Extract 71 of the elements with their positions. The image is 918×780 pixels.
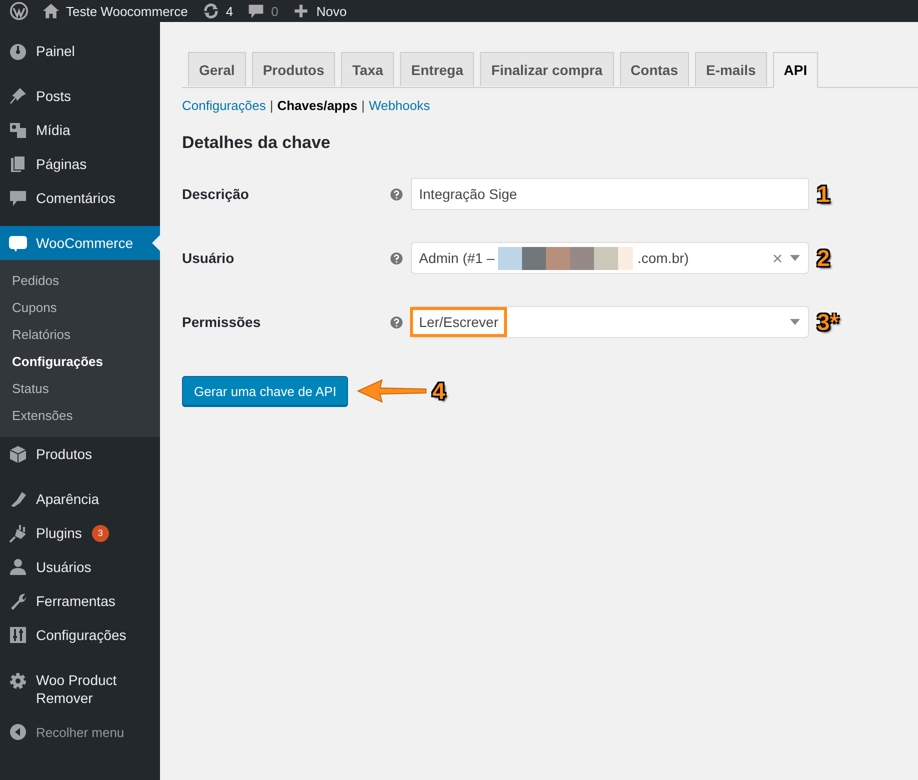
settings-tab[interactable]: Contas	[620, 52, 689, 86]
sidebar-item[interactable]: Páginas	[0, 147, 160, 181]
subnav-link[interactable]: Webhooks	[368, 98, 430, 113]
annotation-number: 3*	[817, 308, 839, 336]
sidebar-item[interactable]: Mídia	[0, 113, 160, 147]
settings-tab[interactable]: Finalizar compra	[480, 52, 614, 86]
sidebar-item[interactable]: Posts	[0, 79, 160, 113]
settings-tab[interactable]: Entrega	[400, 52, 474, 86]
comment-icon[interactable]	[247, 2, 266, 20]
user-icon	[8, 557, 28, 577]
media-icon	[8, 120, 28, 140]
annotation-number: 1	[817, 180, 830, 208]
comments-count: 0	[271, 4, 278, 18]
annotation-number: 4	[432, 378, 446, 404]
gear-icon	[8, 671, 28, 691]
sliders-icon	[8, 625, 28, 645]
separator-text: |	[361, 98, 365, 113]
help-icon[interactable]	[390, 316, 403, 328]
plus-icon[interactable]	[292, 2, 310, 20]
user-select[interactable]: Admin (#1 – .com.br)	[411, 242, 809, 274]
settings-tab[interactable]: E-mails	[694, 52, 767, 86]
sidebar-item[interactable]: Configurações	[0, 618, 160, 652]
comment-icon	[8, 188, 28, 208]
settings-tab[interactable]: Produtos	[252, 52, 336, 86]
generate-key-button[interactable]: Gerar uma chave de API	[182, 376, 348, 406]
box-icon	[8, 444, 28, 464]
subnav-link[interactable]: Chaves/apps	[277, 98, 358, 113]
description-field[interactable]: Integração Sige	[411, 178, 809, 210]
field-label: Permissões	[182, 314, 262, 330]
plug-icon	[8, 523, 28, 543]
submenu-item[interactable]: Extensões	[0, 402, 160, 429]
field-label: Descrição	[182, 186, 250, 202]
separator-text: |	[270, 98, 274, 113]
collapse-icon	[8, 722, 28, 742]
submenu-item[interactable]: Relatórios	[0, 321, 160, 348]
new-link[interactable]: Novo	[316, 4, 347, 18]
submenu-item[interactable]: Cupons	[0, 294, 160, 321]
wordpress-logo-icon[interactable]	[10, 2, 28, 20]
help-icon[interactable]	[390, 188, 403, 200]
sidebar-item[interactable]: Aparência	[0, 482, 160, 516]
subnav-link[interactable]: Configurações	[182, 98, 266, 113]
settings-tab[interactable]: Geral	[188, 52, 246, 86]
dropdown-caret-icon	[790, 319, 800, 325]
annotation-number: 2	[817, 244, 830, 272]
home-icon[interactable]	[42, 2, 60, 20]
sidebar-item[interactable]: Plugins 3	[0, 516, 160, 550]
sidebar-item[interactable]: Comentários	[0, 181, 160, 215]
pin-icon	[8, 86, 28, 106]
sidebar-item[interactable]: Recolher menu	[0, 715, 160, 749]
help-icon[interactable]	[390, 252, 403, 264]
sidebar-item[interactable]: Produtos	[0, 437, 160, 471]
clear-icon[interactable]	[773, 254, 782, 262]
field-label: Usuário	[182, 250, 236, 266]
settings-tab[interactable]: Taxa	[341, 52, 394, 86]
submenu-item[interactable]: Pedidos	[0, 267, 160, 294]
refresh-icon[interactable]	[202, 2, 220, 20]
sidebar-item[interactable]: WooCommerce	[0, 226, 160, 260]
sidebar-item[interactable]: Woo Product Remover	[0, 663, 160, 715]
site-name-link[interactable]: Teste Woocommerce	[66, 4, 188, 18]
sidebar-item[interactable]: Usuários	[0, 550, 160, 584]
sidebar-item[interactable]: Painel	[0, 34, 160, 68]
submenu-item[interactable]: Status	[0, 375, 160, 402]
count-badge: 3	[92, 524, 109, 542]
sidebar-item[interactable]: Ferramentas	[0, 584, 160, 618]
submenu-item[interactable]: Configurações	[0, 348, 160, 375]
dropdown-caret-icon	[790, 255, 800, 261]
updates-count: 4	[226, 4, 234, 18]
settings-tab[interactable]: API	[772, 52, 818, 88]
dashboard-icon	[8, 41, 28, 61]
section-heading: Detalhes da chave	[182, 133, 332, 153]
permissions-select[interactable]: Ler/Escrever	[411, 306, 809, 338]
